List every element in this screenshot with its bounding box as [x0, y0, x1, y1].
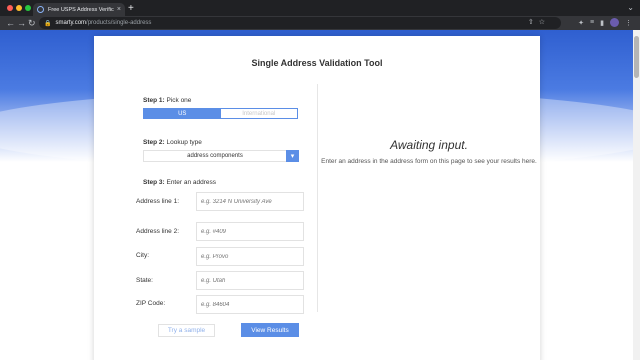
column-divider — [317, 84, 318, 312]
scrollbar-thumb[interactable] — [634, 36, 639, 78]
step3-label: Step 3: — [143, 179, 165, 186]
extension-icons: ✦ ≡ ▮ ⋮ — [578, 18, 632, 27]
lookup-type-value: address components — [187, 153, 243, 159]
url-path: /products/single-address — [86, 20, 152, 26]
step2-text: Lookup type — [166, 139, 202, 146]
view-results-button[interactable]: View Results — [241, 323, 299, 337]
try-sample-button[interactable]: Try a sample — [158, 324, 215, 337]
maximize-window-button[interactable] — [25, 5, 31, 11]
page-title: Single Address Validation Tool — [251, 58, 383, 68]
country-toggle: US International — [143, 108, 298, 119]
state-input[interactable] — [196, 271, 304, 290]
city-input[interactable] — [196, 247, 304, 266]
chevron-down-icon[interactable]: ▾ — [286, 150, 299, 162]
step1-heading: Step 1: Pick one — [143, 97, 191, 104]
profile-avatar[interactable] — [610, 18, 619, 27]
browser-menu-icon[interactable]: ⋮ — [625, 19, 632, 27]
awaiting-title: Awaiting input. — [390, 138, 468, 152]
address-line1-input[interactable] — [196, 192, 304, 211]
awaiting-text: Enter an address in the address form on … — [321, 158, 537, 165]
state-label: State: — [136, 277, 153, 284]
url-host: smarty.com — [55, 20, 87, 26]
step1-text: Pick one — [166, 97, 192, 104]
page-scrollbar[interactable] — [633, 30, 640, 360]
minimize-window-button[interactable] — [16, 5, 22, 11]
omnibox-action-icons[interactable]: ⇧☆ — [528, 18, 550, 26]
step2-label: Step 2: — [143, 139, 165, 146]
zip-label: ZIP Code: — [136, 300, 166, 307]
side-panel-icon[interactable]: ▮ — [600, 19, 604, 27]
validation-tool-card: Single Address Validation Tool Step 1: P… — [94, 36, 540, 360]
zip-input[interactable] — [196, 295, 304, 314]
reload-button[interactable]: ↻ — [28, 17, 36, 29]
lookup-type-select[interactable]: address components ▾ — [143, 150, 299, 162]
address-bar[interactable]: 🔒 smarty.com/products/single-address — [39, 17, 561, 29]
close-window-button[interactable] — [7, 5, 13, 11]
page-viewport: Single Address Validation Tool Step 1: P… — [0, 30, 633, 360]
step3-heading: Step 3: Enter an address — [143, 179, 216, 186]
browser-toolbar: ← → ↻ 🔒 smarty.com/products/single-addre… — [0, 16, 640, 30]
tab-title: Free USPS Address Verificatio — [48, 6, 114, 13]
address-line1-label: Address line 1: — [136, 198, 179, 205]
tab-bar: Free USPS Address Verificatio × + ⌄ — [0, 0, 640, 16]
tab-search-icon[interactable]: ⌄ — [627, 3, 634, 12]
new-tab-button[interactable]: + — [128, 3, 134, 14]
search-favicon-icon — [37, 6, 44, 13]
address-line2-label: Address line 2: — [136, 228, 179, 235]
toggle-us[interactable]: US — [144, 109, 221, 118]
step3-text: Enter an address — [166, 179, 216, 186]
lock-icon: 🔒 — [44, 20, 52, 27]
tab-close-icon[interactable]: × — [117, 6, 121, 13]
toggle-international[interactable]: International — [220, 109, 297, 118]
forward-button[interactable]: → — [17, 17, 26, 29]
step1-label: Step 1: — [143, 97, 165, 104]
step2-heading: Step 2: Lookup type — [143, 139, 202, 146]
browser-tab[interactable]: Free USPS Address Verificatio × — [33, 3, 125, 16]
back-button[interactable]: ← — [6, 17, 15, 29]
address-line2-input[interactable] — [196, 222, 304, 241]
extensions-icon[interactable]: ✦ — [578, 19, 584, 27]
reading-list-icon[interactable]: ≡ — [590, 19, 594, 26]
city-label: City: — [136, 252, 149, 259]
